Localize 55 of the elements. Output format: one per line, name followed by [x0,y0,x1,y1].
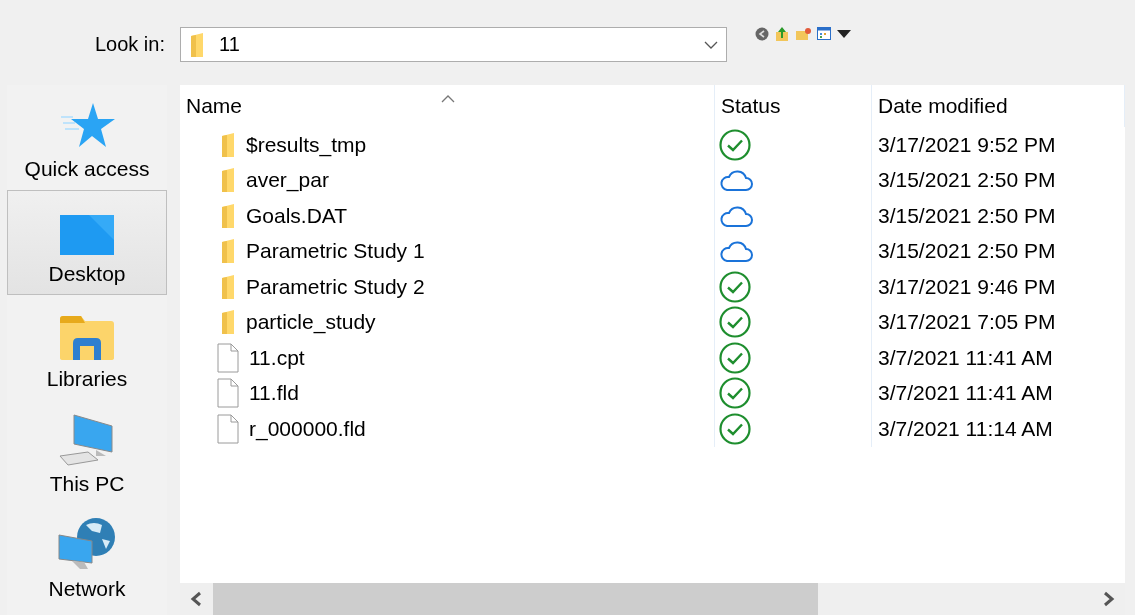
file-name[interactable]: Parametric Study 2 [246,274,425,299]
places-item[interactable]: Quick access [7,85,167,190]
places-item[interactable]: Desktop [7,190,167,295]
places-label: This PC [49,472,125,496]
date-modified: 3/17/2021 9:52 PM [878,132,1056,157]
file-name[interactable]: aver_par [246,168,329,193]
sort-ascending-icon [441,95,455,103]
dropdown-arrow-icon[interactable] [837,29,851,38]
network-icon [58,517,116,571]
up-folder-icon[interactable] [775,25,789,42]
folder-icon [220,238,236,265]
folder-icon [220,309,236,336]
file-name[interactable]: particle_study [246,310,376,335]
folder-icon [220,273,236,300]
file-name[interactable]: Parametric Study 1 [246,239,425,264]
date-modified: 3/15/2021 2:50 PM [878,203,1056,228]
date-modified: 3/15/2021 2:50 PM [878,239,1056,264]
date-modified: 3/15/2021 2:50 PM [878,168,1056,193]
scrollbar-thumb[interactable] [213,583,818,615]
date-modified: 3/7/2021 11:14 AM [878,416,1053,441]
libraries-folder-icon [59,315,115,361]
date-modified: 3/17/2021 7:05 PM [878,310,1056,335]
look-in-label: Look in: [93,33,165,56]
file-icon [217,342,239,373]
file-name[interactable]: 11.fld [249,381,299,406]
places-item[interactable]: This PC [7,400,167,505]
new-folder-icon[interactable] [795,26,811,41]
places-label: Network [48,577,126,601]
folder-icon [220,167,236,194]
file-name[interactable]: r_000000.fld [249,416,366,441]
places-label: Quick access [24,157,150,181]
view-menu-icon[interactable] [817,27,831,40]
date-modified: 3/7/2021 11:41 AM [878,345,1053,370]
date-modified: 3/7/2021 11:41 AM [878,381,1053,406]
file-name[interactable]: Goals.DAT [246,203,348,228]
column-header[interactable]: Date modified [872,85,1125,127]
column-header[interactable]: Status [715,85,872,127]
back-icon[interactable] [755,26,769,41]
places-item[interactable]: Libraries [7,295,167,400]
file-icon [217,378,239,409]
file-name[interactable]: $results_tmp [246,132,367,157]
column-header[interactable]: Name [180,85,715,127]
folder-icon [220,131,236,158]
places-label: Desktop [48,262,126,286]
computer-icon [58,414,116,466]
folder-icon [189,31,205,58]
chevron-down-icon [704,40,718,49]
desktop-icon [59,214,115,256]
places-item[interactable]: Network [7,505,167,610]
file-icon [217,413,239,444]
folder-icon [220,202,236,229]
file-name[interactable]: 11.cpt [249,345,305,370]
date-modified: 3/17/2021 9:46 PM [878,274,1056,299]
places-label: Libraries [46,367,128,391]
look-in-dropdown[interactable]: 11 [180,27,727,62]
